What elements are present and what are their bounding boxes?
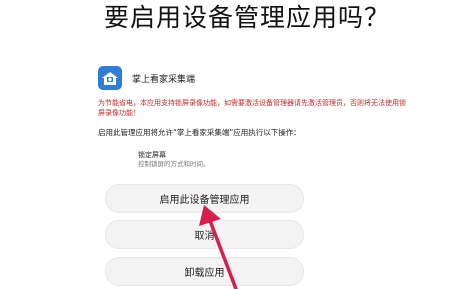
cancel-button-label: 取消 xyxy=(194,231,215,242)
permission-description: 控制锁屏的方式和时间。 xyxy=(138,160,210,168)
warning-description: 为节能省电，本应用支持锁屏录像功能，如需要激活设备管理器请先激活管理员，否则将无… xyxy=(98,99,406,117)
uninstall-button-label: 卸载应用 xyxy=(184,268,225,279)
permission-item: 锁定屏幕 控制锁屏的方式和时间。 xyxy=(138,151,210,169)
activate-device-admin-button[interactable]: 启用此设备管理应用 xyxy=(105,184,304,213)
permission-title: 锁定屏幕 xyxy=(138,151,166,159)
app-name: 掌上看家采集端 xyxy=(132,74,196,85)
dialog-title: 要启用设备管理应用吗？ xyxy=(104,3,391,32)
app-info-row: 掌上看家采集端 xyxy=(98,63,195,93)
activate-button-label: 启用此设备管理应用 xyxy=(159,195,250,206)
uninstall-app-button[interactable]: 卸载应用 xyxy=(105,257,304,286)
app-house-icon xyxy=(98,66,122,90)
permission-intro: 启用此管理应用将允许“掌上看家采集端”应用执行以下操作： xyxy=(98,128,301,137)
cancel-button[interactable]: 取消 xyxy=(105,220,304,249)
